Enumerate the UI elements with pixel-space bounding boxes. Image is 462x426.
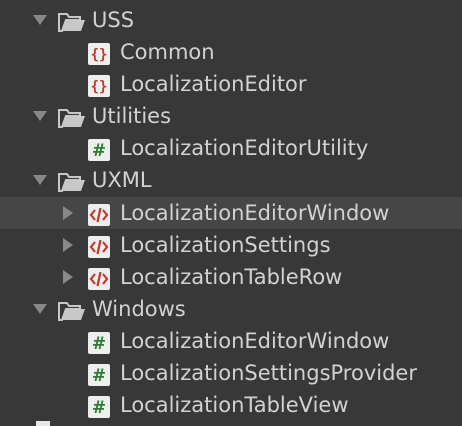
- tree-item-label: LocalizationEditorWindow: [120, 201, 390, 225]
- csharp-script-icon: #: [88, 395, 112, 418]
- uxml-file-icon: [88, 203, 112, 226]
- tree-item-common-uss[interactable]: {} Common: [0, 36, 462, 68]
- folder-open-icon: [58, 170, 85, 192]
- partial-next-item-icon: [36, 421, 50, 426]
- uxml-file-icon: [88, 267, 112, 290]
- svg-text:#: #: [92, 398, 106, 418]
- uss-file-icon: {}: [88, 74, 112, 97]
- folder-open-icon: [58, 106, 85, 128]
- tree-item-localizationeditorutility-script[interactable]: # LocalizationEditorUtility: [0, 132, 462, 164]
- csharp-script-icon: #: [88, 138, 112, 161]
- tree-item-uxml-folder[interactable]: UXML: [0, 164, 462, 196]
- tree-item-label: Utilities: [92, 104, 172, 128]
- tree-item-label: Windows: [92, 297, 186, 321]
- expanded-arrow-icon[interactable]: [30, 293, 50, 325]
- uxml-file-icon: [88, 235, 112, 258]
- folder-open-icon: [58, 299, 85, 321]
- svg-text:#: #: [92, 334, 106, 354]
- tree-item-localizationeditor-uss[interactable]: {} LocalizationEditor: [0, 68, 462, 100]
- tree-item-localizationsettings-uxml[interactable]: LocalizationSettings: [0, 229, 462, 261]
- tree-item-label: LocalizationTableView: [120, 393, 349, 417]
- folder-open-icon: [58, 10, 85, 32]
- tree-item-localizationeditorwindow-uxml[interactable]: LocalizationEditorWindow: [0, 197, 462, 229]
- tree-item-label: Common: [120, 40, 215, 64]
- svg-text:{}: {}: [91, 79, 108, 95]
- tree-item-localizationtablerow-uxml[interactable]: LocalizationTableRow: [0, 261, 462, 293]
- tree-item-windows-folder[interactable]: Windows: [0, 293, 462, 325]
- expanded-arrow-icon[interactable]: [30, 100, 50, 132]
- tree-item-label: UXML: [92, 168, 152, 192]
- tree-item-label: LocalizationSettingsProvider: [120, 361, 417, 385]
- tree-item-localizationeditorwindow-script[interactable]: # LocalizationEditorWindow: [0, 325, 462, 357]
- collapsed-arrow-icon[interactable]: [58, 229, 78, 261]
- svg-text:{}: {}: [91, 47, 108, 63]
- uss-file-icon: {}: [88, 42, 112, 65]
- csharp-script-icon: #: [88, 331, 112, 354]
- tree-item-label: LocalizationEditor: [120, 72, 307, 96]
- tree-item-label: LocalizationTableRow: [120, 265, 343, 289]
- tree-item-label: LocalizationSettings: [120, 233, 331, 257]
- tree-item-label: LocalizationEditorWindow: [120, 329, 390, 353]
- collapsed-arrow-icon[interactable]: [58, 197, 78, 229]
- tree-item-label: USS: [92, 8, 135, 32]
- expanded-arrow-icon[interactable]: [30, 164, 50, 196]
- expanded-arrow-icon[interactable]: [30, 4, 50, 36]
- tree-item-utilities-folder[interactable]: Utilities: [0, 100, 462, 132]
- top-partial-row: [0, 0, 462, 2]
- tree-item-localizationtableview-script[interactable]: # LocalizationTableView: [0, 389, 462, 421]
- tree-item-label: LocalizationEditorUtility: [120, 136, 369, 160]
- csharp-script-icon: #: [88, 363, 112, 386]
- svg-text:#: #: [92, 366, 106, 386]
- tree-item-localizationsettingsprovider-script[interactable]: # LocalizationSettingsProvider: [0, 357, 462, 389]
- svg-text:#: #: [92, 141, 106, 161]
- collapsed-arrow-icon[interactable]: [58, 261, 78, 293]
- tree-item-uss-folder[interactable]: USS: [0, 4, 462, 36]
